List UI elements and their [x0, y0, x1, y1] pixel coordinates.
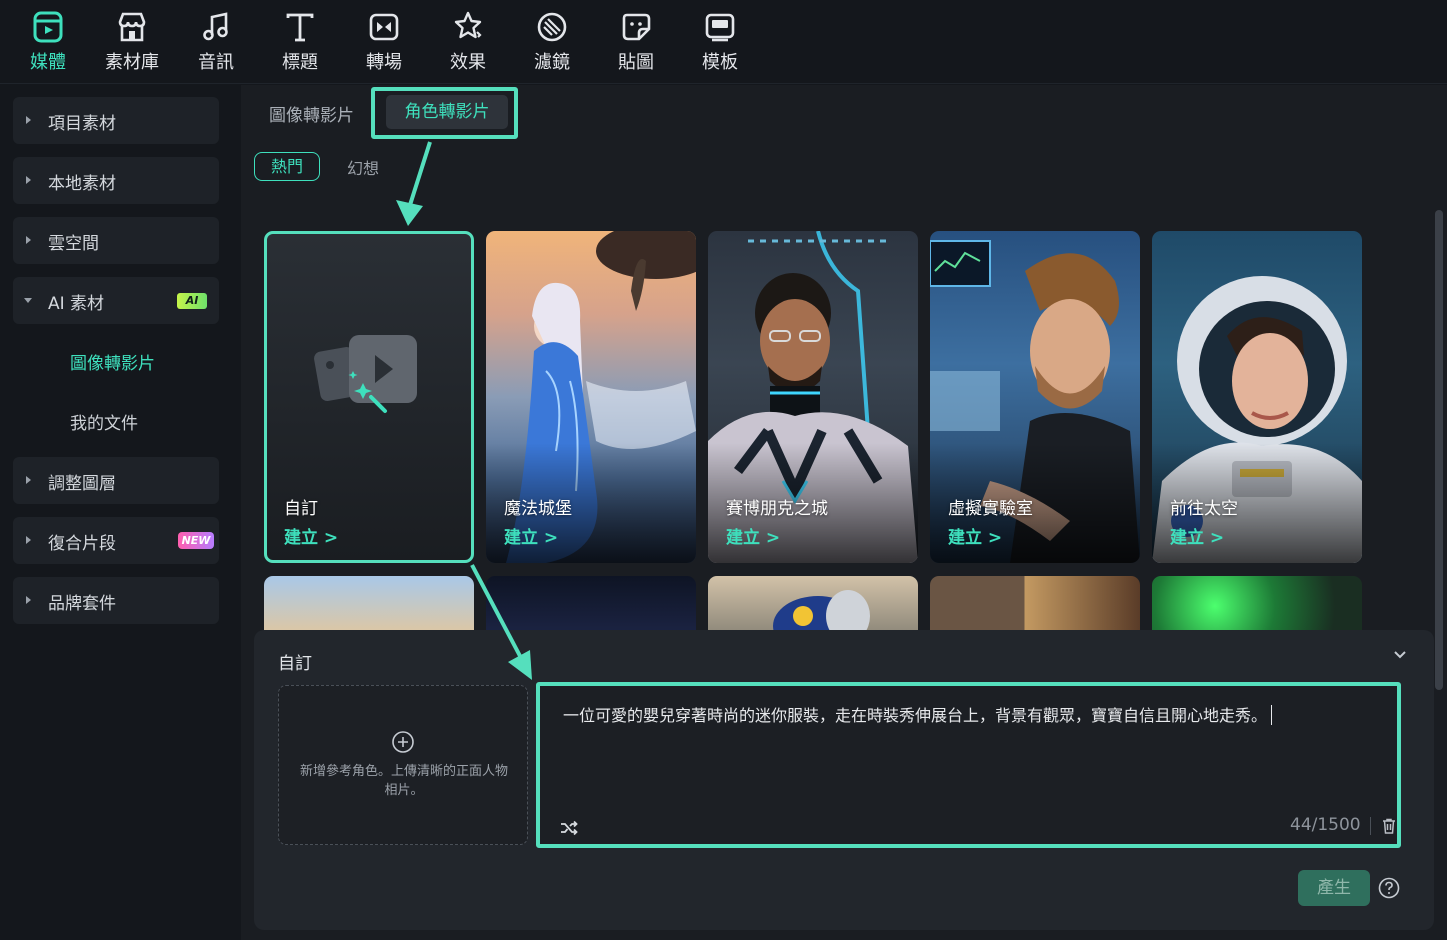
collapse-arrow-icon [24, 298, 32, 303]
sidebar-item-label: 項目素材 [48, 114, 116, 134]
sidebar-item-brand-kit[interactable]: 品牌套件 [13, 577, 219, 624]
sidebar-item-compound-clip[interactable]: 復合片段 NEW [13, 517, 219, 564]
toolbar-transitions-label: 轉場 [366, 52, 402, 73]
toolbar-stickers-label: 貼圖 [618, 52, 654, 73]
toolbar-audio-label: 音訊 [198, 52, 234, 73]
sidebar-item-project-media[interactable]: 項目素材 [13, 97, 219, 144]
new-badge: NEW [178, 532, 214, 549]
sidebar-subitem-my-files[interactable]: 我的文件 [70, 409, 138, 434]
card-create-link[interactable]: 建立 > [504, 523, 558, 548]
toolbar-media-label: 媒體 [30, 52, 66, 73]
expand-arrow-icon [26, 236, 31, 244]
tab-character-to-video[interactable]: 角色轉影片 [386, 95, 508, 129]
sidebar-item-label: 品牌套件 [48, 594, 116, 614]
card-title: 賽博朋克之城 [726, 499, 828, 519]
template-card-magic-castle[interactable]: 魔法城堡 建立 > [486, 231, 696, 563]
card-create-link[interactable]: 建立 > [948, 523, 1002, 548]
toolbar-filters-label: 濾鏡 [534, 52, 570, 73]
card-create-link[interactable]: 建立 > [284, 523, 338, 548]
toolbar-effects-label: 效果 [450, 52, 486, 73]
card-thumbnail [773, 590, 870, 636]
card-title: 自訂 [284, 499, 318, 519]
text-caret [1271, 705, 1273, 725]
expand-arrow-icon [26, 596, 31, 604]
template-card-row2-4[interactable] [930, 576, 1140, 636]
sidebar-item-label: 復合片段 [48, 534, 116, 554]
prompt-text[interactable]: 一位可愛的嬰兒穿著時尚的迷你服裝，走在時裝秀伸展台上，背景有觀眾，寶寶自信且開心… [563, 702, 1273, 726]
chevron-down-icon[interactable] [1393, 650, 1407, 660]
sidebar-item-label: 調整圖層 [48, 474, 116, 494]
sidebar-item-cloud[interactable]: 雲空間 [13, 217, 219, 264]
text-t-icon [286, 13, 314, 42]
transition-icon [369, 13, 399, 41]
template-card-row2-1[interactable] [264, 576, 474, 636]
expand-arrow-icon [26, 536, 31, 544]
card-create-link[interactable]: 建立 > [726, 523, 780, 548]
store-icon [118, 12, 146, 42]
toolbar-store[interactable]: 素材庫 [97, 10, 167, 76]
template-card-to-space[interactable]: 前往太空 建立 > [1152, 231, 1362, 563]
card-title: 虛擬實驗室 [948, 499, 1033, 519]
divider [1370, 817, 1371, 835]
upload-hint: 新增參考角色。上傳清晰的正面人物相片。 [299, 764, 508, 798]
template-card-virtual-lab[interactable]: 虛擬實驗室 建立 > [930, 231, 1140, 563]
help-icon[interactable] [1378, 877, 1400, 899]
sidebar-item-adjustment-layer[interactable]: 調整圖層 [13, 457, 219, 504]
ai-badge: AI [177, 293, 207, 309]
template-card-row2-2[interactable] [486, 576, 696, 636]
effects-star-icon [454, 11, 482, 39]
sidebar: 項目素材 本地素材 雲空間 AI 素材 AI 圖像轉影片 我的文件 調整圖層 復… [0, 85, 240, 940]
reference-character-upload[interactable]: 新增參考角色。上傳清晰的正面人物相片。 [278, 685, 528, 845]
toolbar-transitions[interactable]: 轉場 [349, 10, 419, 76]
sidebar-subitem-image-to-video[interactable]: 圖像轉影片 [70, 349, 155, 374]
filter-popular[interactable]: 熱門 [254, 152, 320, 181]
shuffle-icon[interactable] [560, 820, 578, 836]
toolbar-templates-label: 模板 [702, 52, 738, 73]
prompt-textarea[interactable]: 一位可愛的嬰兒穿著時尚的迷你服裝，走在時裝秀伸展台上，背景有觀眾，寶寶自信且開心… [536, 682, 1401, 848]
top-toolbar: 媒體 素材庫 音訊 標題 轉場 效果 濾鏡 貼圖 模板 [0, 0, 1447, 84]
filter-icon [537, 12, 567, 42]
media-icon [33, 11, 63, 43]
sidebar-item-local-media[interactable]: 本地素材 [13, 157, 219, 204]
music-note-icon [203, 12, 228, 41]
template-card-cyberpunk-city[interactable]: 賽博朋克之城 建立 > [708, 231, 918, 563]
sidebar-item-label: 雲空間 [48, 234, 99, 254]
toolbar-store-label: 素材庫 [105, 52, 159, 73]
template-card-row2-5[interactable] [1152, 576, 1362, 636]
scrollbar[interactable] [1435, 210, 1443, 690]
expand-arrow-icon [26, 116, 31, 124]
character-count: 44/1500 [1290, 815, 1361, 835]
custom-panel: 自訂 新增參考角色。上傳清晰的正面人物相片。 一位可愛的嬰兒穿著時尚的迷你服裝，… [254, 630, 1434, 930]
toolbar-audio[interactable]: 音訊 [181, 10, 251, 76]
card-title: 魔法城堡 [504, 499, 572, 519]
expand-arrow-icon [26, 176, 31, 184]
prompt-value: 一位可愛的嬰兒穿著時尚的迷你服裝，走在時裝秀伸展台上，背景有觀眾，寶寶自信且開心… [563, 706, 1268, 725]
sticker-icon [622, 13, 651, 41]
add-circle-icon [392, 731, 414, 753]
generate-button[interactable]: 產生 [1298, 870, 1370, 906]
toolbar-titles-label: 標題 [282, 52, 318, 73]
toolbar-templates[interactable]: 模板 [685, 10, 755, 76]
sidebar-item-label: 本地素材 [48, 174, 116, 194]
expand-arrow-icon [26, 476, 31, 484]
panel-title: 自訂 [278, 654, 312, 674]
tab-image-to-video[interactable]: 圖像轉影片 [269, 101, 354, 126]
filter-fantasy[interactable]: 幻想 [347, 155, 379, 179]
toolbar-titles[interactable]: 標題 [265, 10, 335, 76]
toolbar-effects[interactable]: 效果 [433, 10, 503, 76]
template-icon [705, 13, 735, 42]
trash-icon[interactable] [1382, 818, 1396, 834]
template-card-row2-3[interactable] [708, 576, 918, 636]
card-create-link[interactable]: 建立 > [1170, 523, 1224, 548]
image-to-video-icon [314, 335, 417, 413]
toolbar-filters[interactable]: 濾鏡 [517, 10, 587, 76]
template-card-custom[interactable]: 自訂 建立 > [264, 231, 474, 563]
toolbar-media[interactable]: 媒體 [13, 10, 83, 76]
sidebar-item-label: AI 素材 [48, 294, 105, 314]
toolbar-stickers[interactable]: 貼圖 [601, 10, 671, 76]
sidebar-item-ai-media[interactable]: AI 素材 AI [13, 277, 219, 324]
card-title: 前往太空 [1170, 499, 1238, 519]
